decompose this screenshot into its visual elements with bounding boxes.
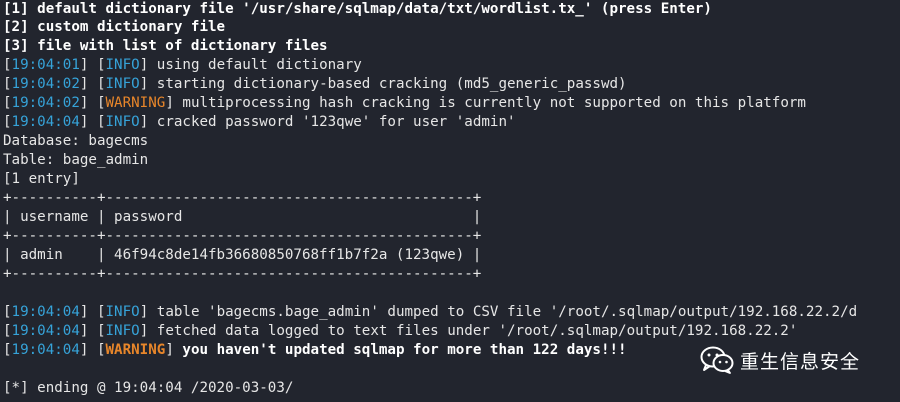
log-message: fetched data logged to text files under … <box>148 323 798 339</box>
log-timestamp: 19:04:02 <box>11 95 80 111</box>
terminal-window[interactable]: [1] default dictionary file '/usr/share/… <box>0 0 900 402</box>
log-message: cracked password '123qwe' for user 'admi… <box>148 114 516 130</box>
entry-count: [1 entry] <box>3 171 80 187</box>
log-level: INFO <box>105 304 140 320</box>
log-timestamp: 19:04:04 <box>11 304 80 320</box>
log-line: [19:04:01] [INFO] using default dictiona… <box>3 57 362 73</box>
menu-option-dictionary-list: [3] file with list of dictionary files <box>3 38 328 54</box>
ending-line: [*] ending @ 19:04:04 /2020-03-03/ <box>3 380 294 396</box>
log-line: [19:04:02] [INFO] starting dictionary-ba… <box>3 76 627 92</box>
log-level-warning: WARNING <box>105 342 166 358</box>
menu-option-default-dictionary: [1] default dictionary file '/usr/share/… <box>3 1 712 17</box>
watermark: 重生信息安全 <box>700 346 860 374</box>
log-timestamp: 19:04:04 <box>11 114 80 130</box>
wechat-icon <box>700 346 734 374</box>
log-level: INFO <box>105 57 140 73</box>
log-level: INFO <box>105 323 140 339</box>
log-line: [19:04:04] [INFO] table 'bagecms.bage_ad… <box>3 304 858 320</box>
table-border-mid: +----------+----------------------------… <box>3 228 482 244</box>
log-message: multiprocessing hash cracking is current… <box>173 95 806 111</box>
watermark-text: 重生信息安全 <box>740 350 861 373</box>
table-header-row: | username | password | <box>3 209 482 225</box>
log-timestamp: 19:04:04 <box>11 342 80 358</box>
log-timestamp: 19:04:01 <box>11 57 80 73</box>
log-message: you haven't updated sqlmap for more than… <box>173 342 627 358</box>
menu-option-custom-dictionary: [2] custom dictionary file <box>3 19 226 35</box>
log-line: [19:04:04] [WARNING] you haven't updated… <box>3 342 627 358</box>
log-level: INFO <box>105 114 140 130</box>
log-message: starting dictionary-based cracking (md5_… <box>148 76 627 92</box>
log-timestamp: 19:04:04 <box>11 323 80 339</box>
log-message: using default dictionary <box>148 57 362 73</box>
log-line: [19:04:02] [WARNING] multiprocessing has… <box>3 95 806 111</box>
log-timestamp: 19:04:02 <box>11 76 80 92</box>
table-name: Table: bage_admin <box>3 152 149 168</box>
log-message: table 'bagecms.bage_admin' dumped to CSV… <box>148 304 858 320</box>
log-level: INFO <box>105 76 140 92</box>
database-name: Database: bagecms <box>3 133 149 149</box>
log-level-warning: WARNING <box>105 95 166 111</box>
log-line: [19:04:04] [INFO] cracked password '123q… <box>3 114 516 130</box>
log-line: [19:04:04] [INFO] fetched data logged to… <box>3 323 798 339</box>
table-border-top: +----------+----------------------------… <box>3 190 482 206</box>
table-row: | admin | 46f94c8de14fb36680850768ff1b7f… <box>3 247 482 263</box>
table-border-bottom: +----------+----------------------------… <box>3 266 482 282</box>
